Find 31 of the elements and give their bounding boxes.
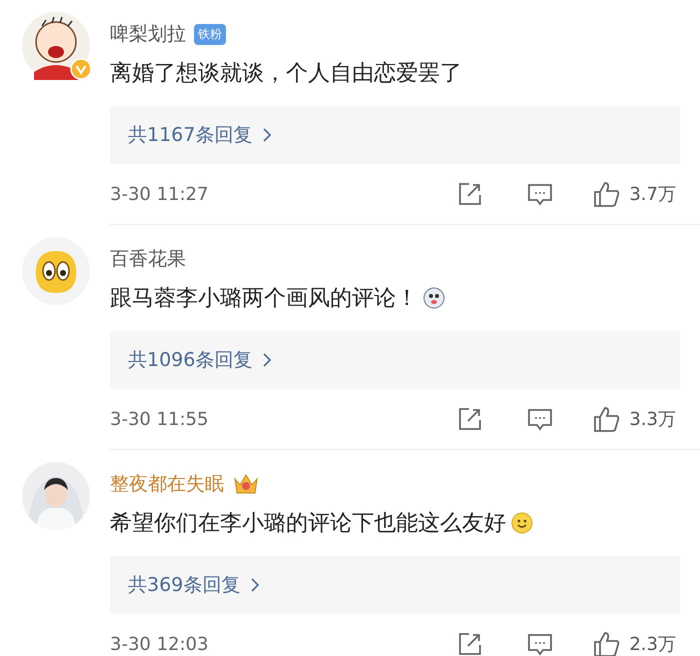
thumbs-up-icon — [593, 630, 622, 656]
comment-icon[interactable] — [527, 181, 554, 207]
share-icon[interactable] — [457, 406, 484, 432]
chevron-icon — [250, 578, 260, 592]
comment-time: 3-30 11:27 — [110, 184, 210, 204]
thumbs-up-icon — [593, 180, 622, 208]
like-button[interactable]: 3.3万 — [593, 405, 676, 433]
share-icon[interactable] — [457, 181, 484, 207]
thumbs-up-icon — [593, 405, 622, 433]
chevron-icon — [262, 353, 272, 367]
comment-text: 离婚了想谈就谈，个人自由恋爱罢了 — [110, 60, 462, 88]
avatar-icon[interactable] — [22, 12, 90, 80]
share-icon[interactable] — [457, 631, 484, 656]
avatar-icon[interactable] — [22, 237, 90, 305]
replies-button[interactable]: 共369条回复 — [110, 556, 680, 614]
replies-button[interactable]: 共1167条回复 — [110, 106, 680, 164]
comment-text: 跟马蓉李小璐两个画风的评论！ — [110, 285, 418, 313]
comment-time: 3-30 12:03 — [110, 634, 210, 654]
dog-emoji-icon — [422, 286, 446, 310]
chevron-icon — [262, 128, 272, 142]
user-name[interactable]: 百香花果 — [110, 246, 186, 272]
comment-time: 3-30 11:55 — [110, 408, 210, 430]
like-button[interactable]: 3.7万 — [593, 180, 676, 208]
smile-emoji-icon — [510, 511, 534, 535]
comment-icon[interactable] — [527, 406, 554, 432]
comment-text: 希望你们在李小璐的评论下也能这么友好 — [110, 510, 506, 538]
user-name[interactable]: 啤梨划拉 — [110, 21, 186, 47]
like-button[interactable]: 2.3万 — [593, 630, 676, 656]
replies-button[interactable]: 共1096条回复 — [110, 331, 680, 389]
fan-badge: 铁粉 — [194, 24, 226, 44]
comment-icon[interactable] — [527, 631, 554, 656]
